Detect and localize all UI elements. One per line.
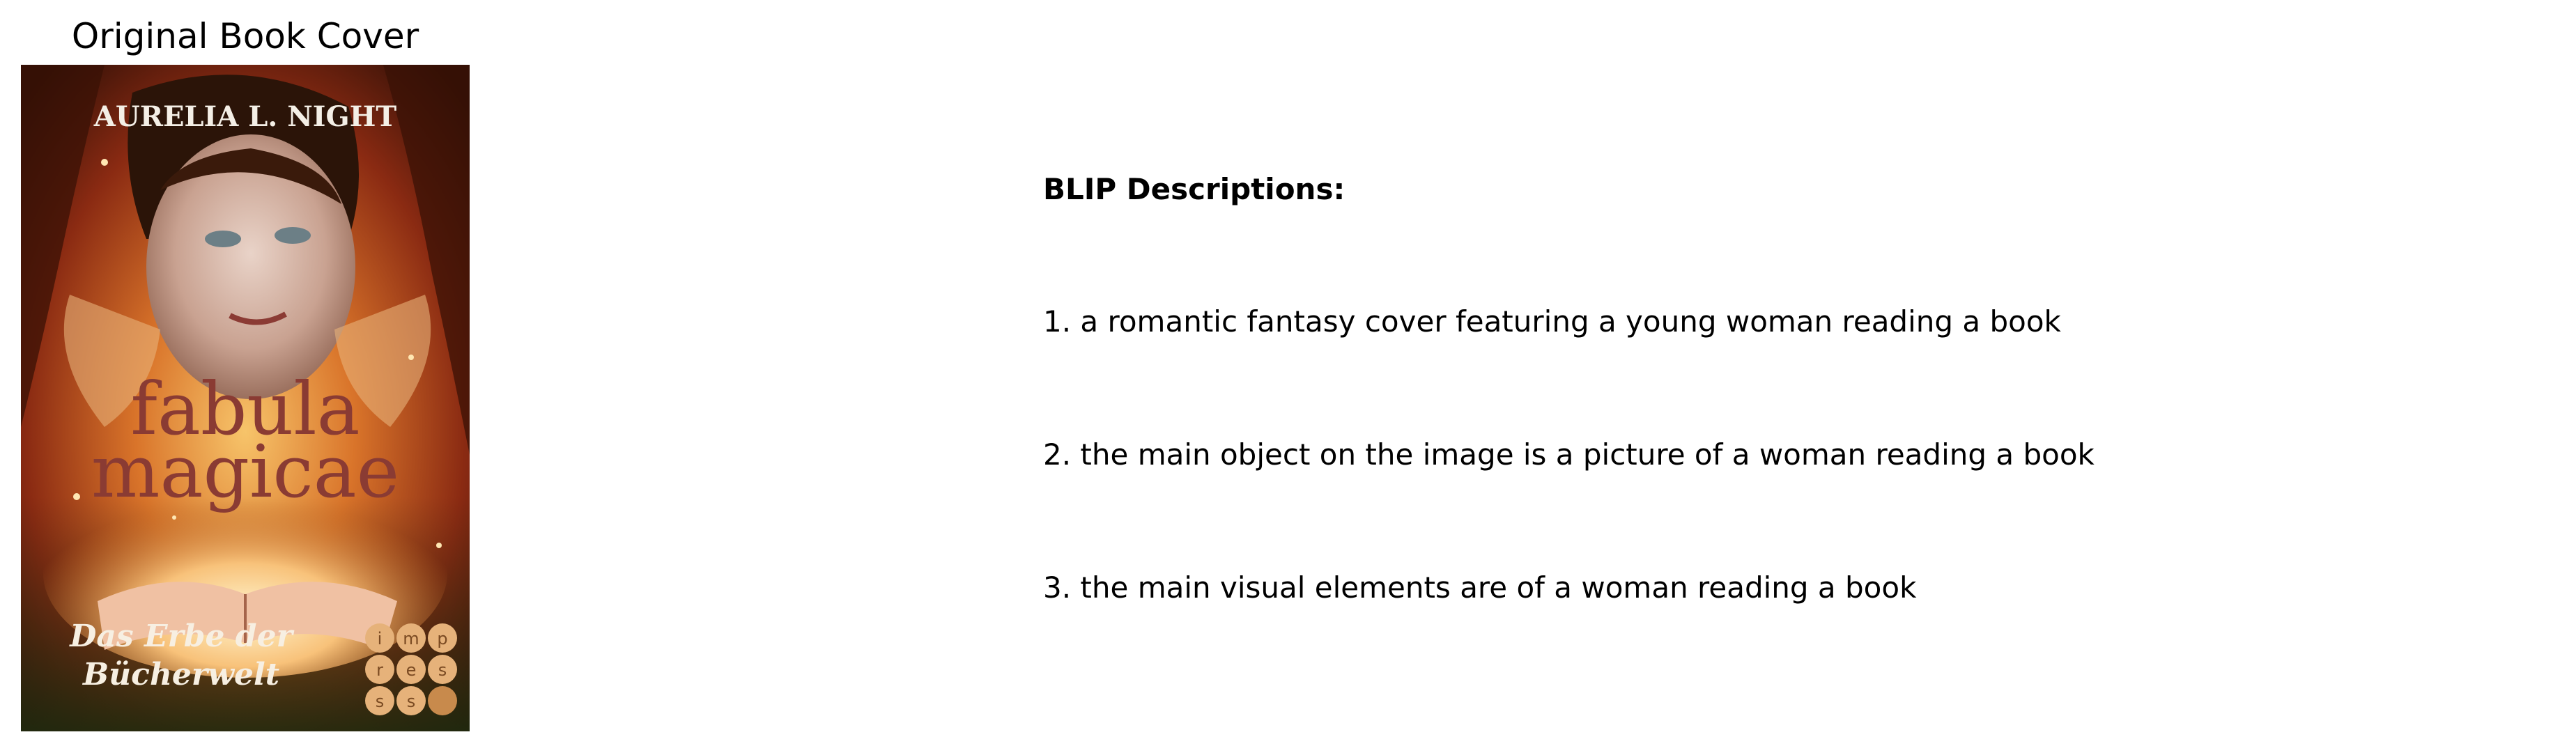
publisher-logo: i m p r e s s s xyxy=(365,623,457,715)
logo-letter-4: r xyxy=(376,660,383,680)
logo-letter-1: i xyxy=(378,629,383,648)
cover-panel-title: Original Book Cover xyxy=(71,16,419,56)
cover-subtitle-line2: Bücherwelt xyxy=(82,657,279,692)
description-item-1: 1. a romantic fantasy cover featuring a … xyxy=(1043,304,2061,339)
cover-subtitle-line1: Das Erbe der xyxy=(68,619,294,654)
logo-letter-2: m xyxy=(403,629,419,648)
cover-author-text: AURELIA L. NIGHT xyxy=(93,100,397,133)
description-item-2: 2. the main object on the image is a pic… xyxy=(1043,437,2095,472)
book-cover-image: AURELIA L. NIGHT fabula magicae Das Erbe… xyxy=(21,65,470,731)
logo-letter-5: e xyxy=(406,660,417,680)
logo-letter-3: p xyxy=(437,629,447,648)
logo-letter-8: s xyxy=(407,692,416,711)
description-item-3: 3. the main visual elements are of a wom… xyxy=(1043,570,1917,605)
logo-letter-7: s xyxy=(376,692,385,711)
cover-title-line2: magicae xyxy=(91,429,399,514)
logo-letter-6: s xyxy=(438,660,447,680)
descriptions-heading: BLIP Descriptions: xyxy=(1043,172,1345,206)
